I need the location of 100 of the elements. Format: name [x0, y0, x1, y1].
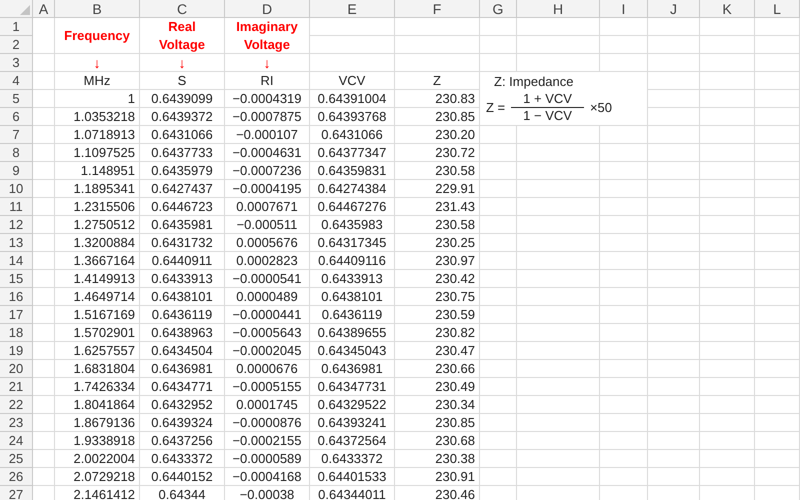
empty-cell[interactable]	[480, 396, 517, 414]
cell[interactable]: 0.6427437	[140, 180, 225, 198]
column-header[interactable]: F	[395, 0, 480, 18]
empty-cell[interactable]	[700, 18, 755, 36]
empty-cell[interactable]	[480, 162, 517, 180]
empty-cell[interactable]	[480, 342, 517, 360]
empty-cell[interactable]	[648, 324, 700, 342]
cell[interactable]: 0.6433372	[310, 450, 395, 468]
cell[interactable]: −0.0000589	[225, 450, 310, 468]
column-header[interactable]: G	[480, 0, 517, 18]
row-header[interactable]: 24	[0, 432, 33, 450]
empty-cell[interactable]	[648, 18, 700, 36]
row-header[interactable]: 14	[0, 252, 33, 270]
cell[interactable]: 230.58	[395, 162, 480, 180]
column-header[interactable]: J	[648, 0, 700, 18]
empty-cell[interactable]	[648, 288, 700, 306]
cell[interactable]: 0.6436119	[140, 306, 225, 324]
cell[interactable]: 230.68	[395, 432, 480, 450]
column-header[interactable]: B	[55, 0, 140, 18]
empty-cell[interactable]	[700, 378, 755, 396]
cell[interactable]: 0.6436981	[140, 360, 225, 378]
cell[interactable]: 230.75	[395, 288, 480, 306]
cell[interactable]: VCV	[310, 72, 395, 90]
empty-cell[interactable]	[648, 270, 700, 288]
cell[interactable]: 1.6831804	[55, 360, 140, 378]
empty-cell[interactable]	[755, 360, 800, 378]
cell[interactable]: 2.0729218	[55, 468, 140, 486]
cell[interactable]: 0.64389655	[310, 324, 395, 342]
empty-cell[interactable]	[700, 468, 755, 486]
cell[interactable]: 0.6437256	[140, 432, 225, 450]
empty-cell[interactable]	[517, 234, 600, 252]
empty-cell[interactable]	[755, 54, 800, 72]
empty-cell[interactable]	[480, 288, 517, 306]
empty-cell[interactable]	[648, 54, 700, 72]
cell[interactable]: 230.46	[395, 486, 480, 500]
empty-cell[interactable]	[648, 126, 700, 144]
empty-cell[interactable]	[600, 126, 648, 144]
empty-cell[interactable]	[648, 90, 700, 108]
cell[interactable]: 0.6437733	[140, 144, 225, 162]
row-header[interactable]: 19	[0, 342, 33, 360]
empty-cell[interactable]	[480, 270, 517, 288]
empty-cell[interactable]	[648, 144, 700, 162]
empty-cell[interactable]	[480, 360, 517, 378]
column-header[interactable]: A	[33, 0, 55, 18]
cell[interactable]: 0.6438101	[310, 288, 395, 306]
merged-cell[interactable]: Imaginary Voltage	[225, 18, 310, 54]
column-header[interactable]: C	[140, 0, 225, 18]
empty-cell[interactable]	[755, 378, 800, 396]
row-header[interactable]: 22	[0, 396, 33, 414]
cell[interactable]: 1.4149913	[55, 270, 140, 288]
cell[interactable]: 1.1097525	[55, 144, 140, 162]
empty-cell[interactable]	[480, 450, 517, 468]
empty-cell[interactable]	[648, 162, 700, 180]
empty-cell[interactable]	[648, 108, 700, 126]
empty-cell[interactable]	[700, 144, 755, 162]
empty-cell[interactable]	[600, 216, 648, 234]
cell[interactable]: 0.6446723	[140, 198, 225, 216]
column-header[interactable]: D	[225, 0, 310, 18]
cell[interactable]: 0.64329522	[310, 396, 395, 414]
cell[interactable]: −0.0004168	[225, 468, 310, 486]
merged-cell[interactable]: Frequency	[55, 18, 140, 54]
empty-cell[interactable]	[480, 234, 517, 252]
row-header[interactable]: 11	[0, 198, 33, 216]
empty-cell[interactable]	[600, 378, 648, 396]
empty-cell[interactable]	[310, 36, 395, 54]
cell[interactable]: −0.0002045	[225, 342, 310, 360]
cell[interactable]: 0.64317345	[310, 234, 395, 252]
cell[interactable]: Z	[395, 72, 480, 90]
cell[interactable]: 230.49	[395, 378, 480, 396]
empty-cell[interactable]	[755, 414, 800, 432]
cell[interactable]: S	[140, 72, 225, 90]
column-header[interactable]: K	[700, 0, 755, 18]
cell[interactable]: 1.2315506	[55, 198, 140, 216]
empty-cell[interactable]	[517, 18, 600, 36]
cell[interactable]: 1.4649714	[55, 288, 140, 306]
empty-cell[interactable]	[755, 324, 800, 342]
cell[interactable]: 0.6433913	[140, 270, 225, 288]
cell[interactable]: 1.5167169	[55, 306, 140, 324]
empty-cell[interactable]	[700, 162, 755, 180]
empty-cell[interactable]	[755, 468, 800, 486]
empty-cell[interactable]	[755, 36, 800, 54]
cell[interactable]: 2.1461412	[55, 486, 140, 500]
cell[interactable]: 0.64467276	[310, 198, 395, 216]
empty-cell[interactable]	[648, 198, 700, 216]
empty-cell[interactable]	[648, 432, 700, 450]
cell[interactable]: 0.6431066	[140, 126, 225, 144]
empty-cell[interactable]	[700, 414, 755, 432]
cell[interactable]: 230.85	[395, 414, 480, 432]
empty-cell[interactable]	[517, 144, 600, 162]
empty-cell[interactable]	[755, 216, 800, 234]
cell[interactable]: 0.6431066	[310, 126, 395, 144]
cell[interactable]: 230.85	[395, 108, 480, 126]
cell[interactable]: 1.8041864	[55, 396, 140, 414]
empty-cell[interactable]	[600, 342, 648, 360]
empty-cell[interactable]	[517, 360, 600, 378]
empty-cell[interactable]	[755, 396, 800, 414]
cell[interactable]: MHz	[55, 72, 140, 90]
empty-cell[interactable]	[700, 180, 755, 198]
row-header[interactable]: 12	[0, 216, 33, 234]
cell[interactable]: 1.7426334	[55, 378, 140, 396]
